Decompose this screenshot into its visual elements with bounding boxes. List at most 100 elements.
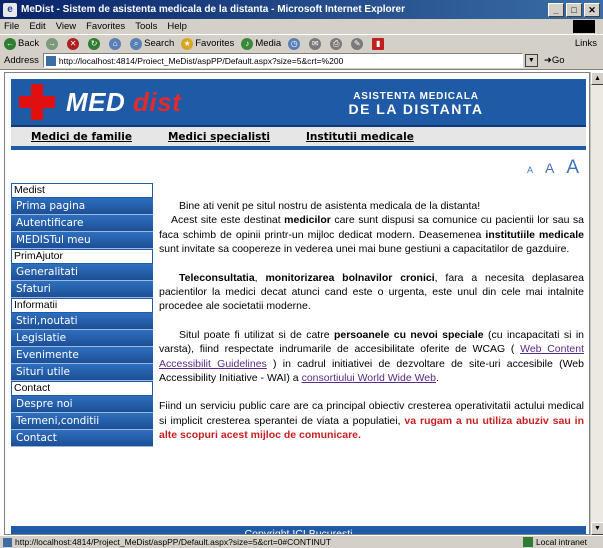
go-button[interactable]: ➜Go	[544, 55, 565, 66]
tagline-line2: DE LA DISTANTA	[348, 101, 484, 117]
history-button[interactable]: ◷	[288, 37, 302, 50]
sidebar-item-evenimente[interactable]: Evenimente	[11, 347, 153, 364]
sidebar-item-medistul-meu[interactable]: MEDISTul meu	[11, 232, 153, 249]
search-label: Search	[144, 38, 175, 49]
sidebar-menu: Medist Prima pagina Autentificare MEDIST…	[11, 183, 153, 447]
favorites-button[interactable]: ★ Favorites	[181, 37, 235, 50]
back-label: Back	[18, 38, 40, 49]
messenger-icon: ▮	[372, 37, 385, 50]
refresh-button[interactable]: ↻	[88, 37, 102, 50]
address-value: http://localhost:4814/Proiect_MeDist/asp…	[58, 55, 344, 66]
forward-arrow-icon: →	[46, 37, 59, 50]
links-button[interactable]: Links	[575, 38, 597, 49]
mail-button[interactable]: ✉	[309, 37, 323, 50]
sidebar-item-legislatie[interactable]: Legislatie	[11, 330, 153, 347]
media-button[interactable]: ♪ Media	[241, 37, 282, 50]
home-icon: ⌂	[109, 37, 122, 50]
top-navigation: Medici de familie Medici specialisti Ins…	[11, 127, 586, 150]
edit-button[interactable]: ✎	[351, 37, 365, 50]
refresh-icon: ↻	[88, 37, 101, 50]
mail-icon: ✉	[309, 37, 322, 50]
nav-institutii-medicale[interactable]: Institutii medicale	[306, 131, 414, 143]
red-cross-icon	[19, 84, 55, 120]
sidebar-item-stiri-noutati[interactable]: Stiri,noutati	[11, 313, 153, 330]
font-size-large[interactable]: A	[566, 157, 579, 179]
public-service-paragraph: Fiind un serviciu public care are ca pri…	[159, 400, 584, 442]
sidebar-item-prima-pagina[interactable]: Prima pagina	[11, 198, 153, 215]
welcome-paragraph: Bine ati venit pe situl nostru de asiste…	[179, 200, 481, 212]
back-arrow-icon: ←	[4, 37, 16, 50]
status-text: http://localhost:4814/Project_MeDist/asp…	[15, 537, 332, 547]
window-titlebar: e MeDist - Sistem de asistenta medicala …	[0, 0, 603, 19]
w3c-link[interactable]: consortiului World Wide Web	[302, 372, 436, 384]
menu-view[interactable]: View	[56, 21, 76, 32]
menu-help[interactable]: Help	[167, 21, 187, 32]
nav-medici-specialisti[interactable]: Medici specialisti	[168, 131, 270, 143]
intranet-zone-icon	[522, 537, 533, 547]
menu-edit[interactable]: Edit	[29, 21, 45, 32]
site-tagline: ASISTENTA MEDICALA DE LA DISTANTA	[321, 90, 511, 116]
site-footer: Copyright ICI Bucuresti	[11, 526, 586, 534]
sidebar-section-medist: Medist	[11, 183, 153, 198]
font-size-small[interactable]: A	[527, 165, 533, 175]
font-size-selector: A A A	[527, 157, 579, 179]
menu-bar: File Edit View Favorites Tools Help	[0, 19, 603, 34]
sidebar-item-despre-noi[interactable]: Despre noi	[11, 396, 153, 413]
windows-logo-icon	[573, 20, 595, 33]
home-button[interactable]: ⌂	[109, 37, 123, 50]
sidebar-section-contact: Contact	[11, 381, 153, 396]
go-label: Go	[551, 55, 565, 66]
favorites-label: Favorites	[195, 38, 235, 49]
window-controls: _ □ ✕	[548, 2, 603, 17]
nav-medici-de-familie[interactable]: Medici de familie	[31, 131, 132, 143]
logo-med: MED	[66, 87, 126, 117]
back-button[interactable]: ← Back	[4, 37, 40, 50]
menu-file[interactable]: File	[4, 21, 19, 32]
main-content: Bine ati venit pe situl nostru de asiste…	[159, 199, 584, 457]
address-input[interactable]: http://localhost:4814/Proiect_MeDist/asp…	[42, 53, 523, 68]
stop-icon: ✕	[67, 37, 80, 50]
media-label: Media	[255, 38, 282, 49]
search-button[interactable]: ⌕ Search	[130, 37, 175, 50]
history-icon: ◷	[288, 37, 301, 50]
sidebar-item-situri-utile[interactable]: Situri utile	[11, 364, 153, 381]
search-icon: ⌕	[130, 37, 143, 50]
intro-paragraph: Acest site este destinat medicilor care …	[159, 214, 584, 256]
address-dropdown-button[interactable]: ▼	[524, 54, 538, 67]
vertical-scrollbar[interactable]: ▲ ▼	[590, 72, 603, 535]
messenger-button[interactable]: ▮	[372, 37, 386, 50]
sidebar-item-generalitati[interactable]: Generalitati	[11, 264, 153, 281]
media-icon: ♪	[241, 37, 254, 50]
page-icon	[45, 55, 56, 66]
sidebar-item-sfaturi[interactable]: Sfaturi	[11, 281, 153, 298]
site-logo[interactable]: MED dist	[66, 87, 181, 118]
logo-dist: dist	[133, 87, 182, 117]
sidebar-item-termeni-conditii[interactable]: Termeni,conditii	[11, 413, 153, 430]
site-header: MED dist ASISTENTA MEDICALA DE LA DISTAN…	[11, 79, 586, 127]
stop-button[interactable]: ✕	[67, 37, 81, 50]
teleconsultation-paragraph: Teleconsultatia, monitorizarea bolnavilo…	[159, 271, 584, 313]
maximize-button[interactable]: □	[566, 2, 582, 17]
font-size-medium[interactable]: A	[545, 160, 554, 176]
sidebar-section-informatii: Informatii	[11, 298, 153, 313]
ie-app-icon: e	[3, 2, 17, 17]
sidebar-item-contact[interactable]: Contact	[11, 430, 153, 447]
sidebar-section-primajutor: PrimAjutor	[11, 249, 153, 264]
accessibility-paragraph: Situl poate fi utilizat si de catre pers…	[159, 328, 584, 385]
scroll-down-arrow-icon[interactable]: ▼	[591, 522, 603, 535]
print-button[interactable]: ⎙	[330, 37, 344, 50]
print-icon: ⎙	[330, 37, 343, 50]
window-title: MeDist - Sistem de asistenta medicala de…	[21, 4, 405, 15]
go-arrow-icon: ➜	[543, 55, 552, 66]
status-bar: http://localhost:4814/Project_MeDist/asp…	[0, 535, 603, 548]
menu-favorites[interactable]: Favorites	[86, 21, 125, 32]
scroll-up-arrow-icon[interactable]: ▲	[591, 72, 603, 85]
sidebar-item-autentificare[interactable]: Autentificare	[11, 215, 153, 232]
favorites-star-icon: ★	[181, 37, 194, 50]
minimize-button[interactable]: _	[548, 2, 564, 17]
menu-tools[interactable]: Tools	[135, 21, 157, 32]
forward-button[interactable]: →	[46, 37, 60, 50]
close-button[interactable]: ✕	[584, 2, 600, 17]
zone-label: Local intranet	[535, 537, 587, 547]
browser-toolbar: ← Back → ✕ ↻ ⌂ ⌕ Search ★ Favorites ♪ Me…	[0, 34, 603, 52]
